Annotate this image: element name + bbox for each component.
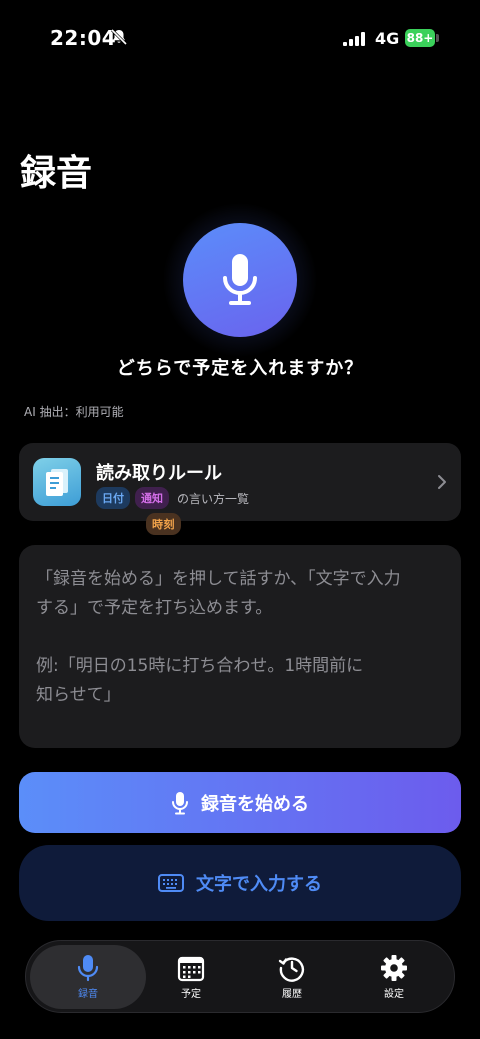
mic-icon bbox=[77, 955, 99, 982]
hint-line: 「録音を始める」を押して話すか、「文字で入力 bbox=[36, 569, 401, 589]
network-type: 4G bbox=[375, 29, 400, 48]
document-icon bbox=[33, 458, 81, 506]
cellular-signal-icon bbox=[343, 32, 365, 46]
hint-example-line: 例:「明日の15時に打ち合わせ。1時間前に bbox=[36, 656, 364, 676]
tab-label: 予定 bbox=[181, 989, 201, 1000]
tab-bar: 録音 予定 履歴 設定 bbox=[25, 940, 455, 1013]
mic-hero-button[interactable] bbox=[183, 223, 297, 337]
start-recording-label: 録音を始める bbox=[201, 793, 309, 815]
status-time: 22:04 bbox=[50, 26, 117, 50]
tab-label: 履歴 bbox=[282, 989, 302, 1000]
mic-icon bbox=[223, 254, 257, 305]
keyboard-icon bbox=[158, 874, 184, 892]
mic-icon bbox=[172, 791, 188, 814]
hint-example-line: 知らせて」 bbox=[36, 685, 121, 705]
ai-extraction-status: AI 抽出：利用可能 bbox=[24, 405, 124, 419]
tags-suffix: の言い方一覧 bbox=[177, 491, 250, 506]
gear-icon bbox=[381, 955, 407, 981]
battery-icon: 88+ bbox=[405, 29, 435, 47]
rules-tags: 日付 時刻 通知 の言い方一覧 bbox=[96, 487, 250, 535]
page-title: 録音 bbox=[20, 153, 93, 194]
tag-date: 日付 bbox=[96, 487, 130, 509]
tab-label: 録音 bbox=[78, 989, 98, 1000]
battery-cap bbox=[436, 34, 439, 42]
input-hint-box: 「録音を始める」を押して話すか、「文字で入力 する」で予定を打ち込めます。 例:… bbox=[19, 545, 461, 748]
reading-rules-title: 読み取りルール bbox=[96, 463, 222, 484]
tab-schedule[interactable]: 予定 bbox=[133, 945, 249, 1009]
bell-off-icon bbox=[110, 28, 128, 46]
input-method-question: どちらで予定を入れますか？ bbox=[116, 358, 364, 379]
reading-rules-card[interactable]: 読み取りルール 日付 時刻 通知 の言い方一覧 bbox=[19, 443, 461, 535]
tag-time: 時刻 bbox=[146, 513, 181, 535]
history-icon bbox=[278, 957, 305, 982]
status-bar: 22:04 4G 88+ bbox=[0, 0, 480, 78]
text-input-button[interactable]: 文字で入力する bbox=[19, 845, 461, 921]
tab-label: 設定 bbox=[384, 989, 404, 1000]
tab-settings[interactable]: 設定 bbox=[336, 945, 452, 1009]
tag-notification: 通知 bbox=[135, 487, 169, 509]
hint-line: する」で予定を打ち込めます。 bbox=[36, 598, 273, 618]
chevron-right-icon bbox=[438, 475, 446, 489]
start-recording-button[interactable]: 録音を始める bbox=[19, 772, 461, 833]
tab-record[interactable]: 録音 bbox=[30, 945, 146, 1009]
text-input-label: 文字で入力する bbox=[196, 874, 322, 895]
calendar-icon bbox=[177, 956, 205, 982]
tab-history[interactable]: 履歴 bbox=[234, 945, 350, 1009]
